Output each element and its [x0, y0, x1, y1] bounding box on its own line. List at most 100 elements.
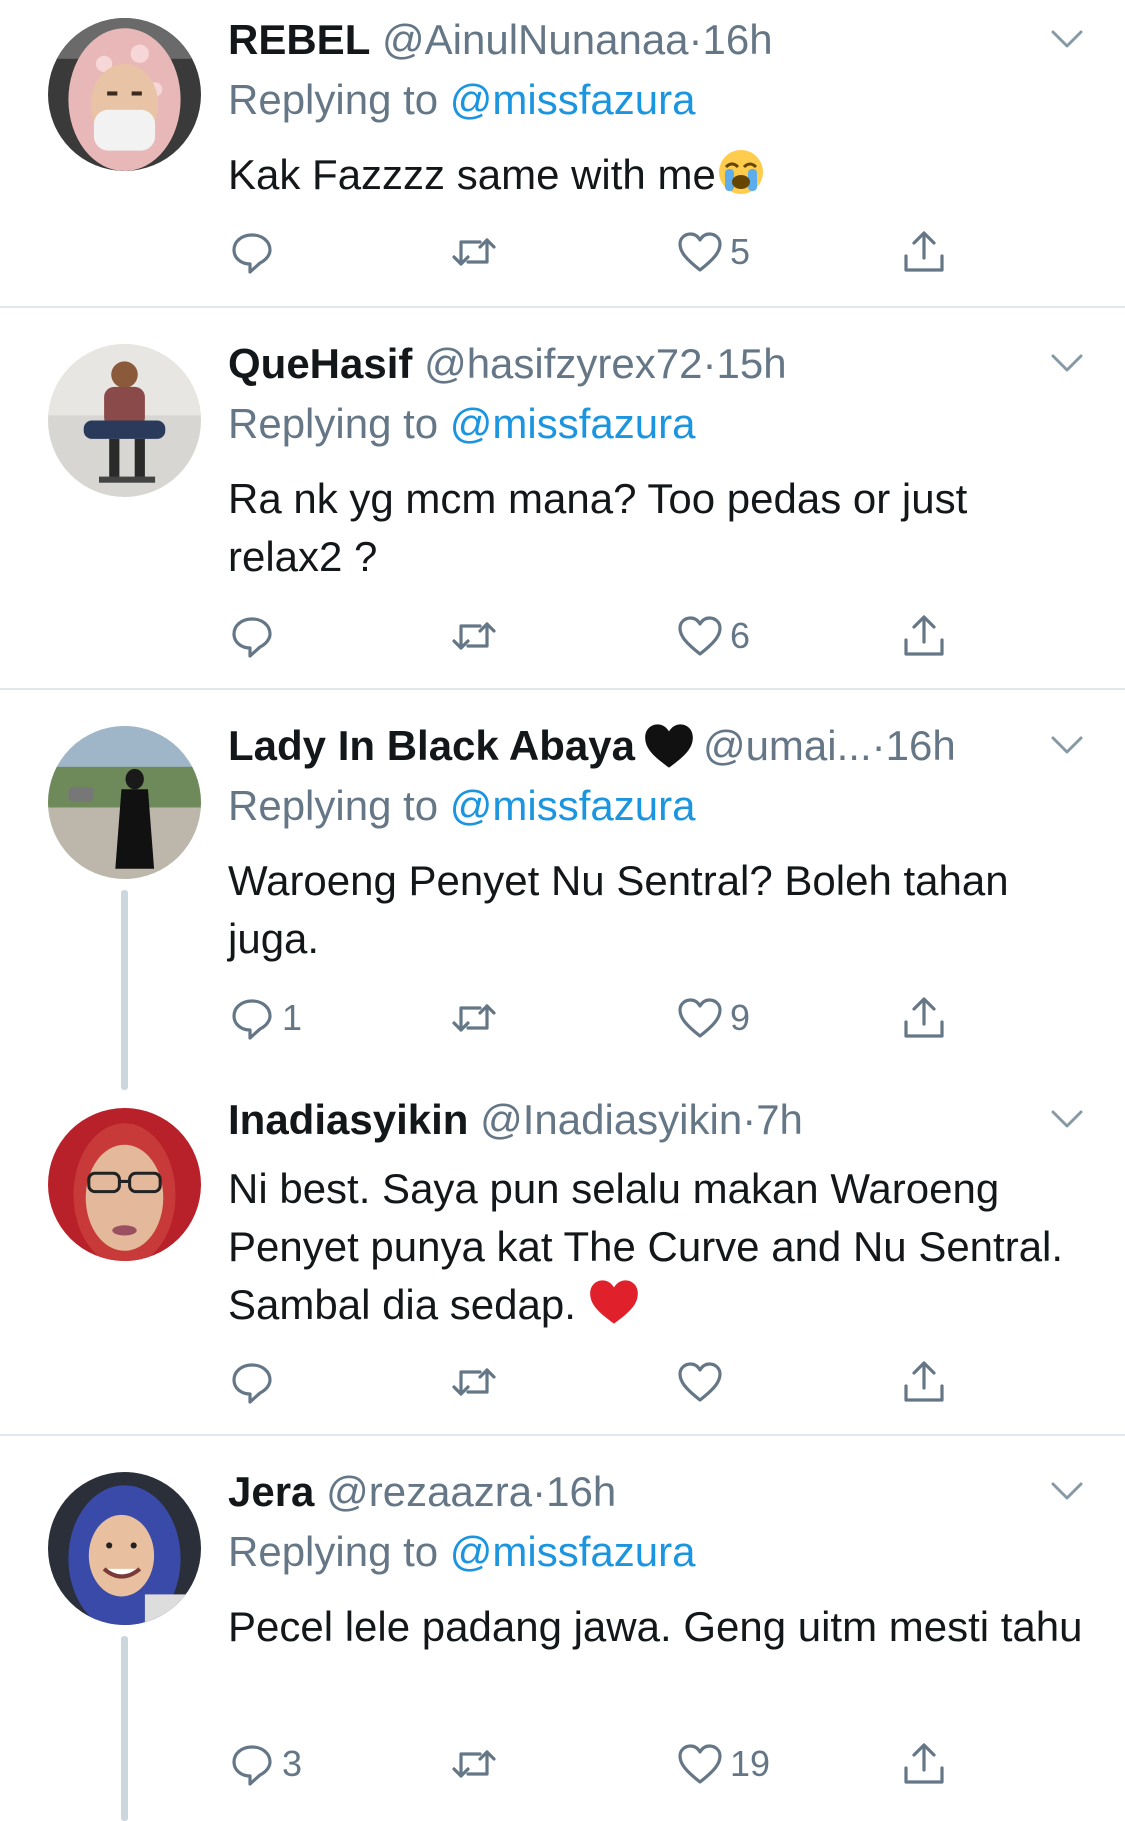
chevron-down-icon[interactable] — [1049, 730, 1085, 760]
tweet-text-content: Ni best. Saya pun selalu makan Waroeng P… — [228, 1165, 1064, 1328]
reply-count: 3 — [282, 1743, 303, 1784]
retweet-button[interactable] — [450, 988, 498, 1048]
separator-dot: · — [871, 722, 886, 769]
heart-icon — [678, 998, 722, 1038]
mention-link[interactable]: @missfazura — [450, 400, 696, 447]
separator-dot: · — [532, 1468, 547, 1515]
user-handle[interactable]: @umai... — [703, 722, 872, 769]
share-button[interactable] — [900, 606, 948, 666]
retweet-icon — [452, 622, 496, 650]
replying-to-label: Replying to — [228, 76, 439, 123]
tweet[interactable]: Jera @rezaazra·16h Replying to @missfazu… — [0, 1436, 1125, 1821]
display-name[interactable]: Jera — [228, 1468, 314, 1515]
share-button[interactable] — [900, 1352, 948, 1412]
reply-button[interactable]: 1 — [228, 988, 302, 1048]
tweet-text: Ni best. Saya pun selalu makan Waroeng P… — [228, 1160, 1085, 1342]
tweet-text: Pecel lele padang jawa. Geng uitm mesti … — [228, 1603, 1083, 1650]
share-icon — [904, 1361, 944, 1402]
separator-dot: · — [688, 16, 703, 63]
retweet-button[interactable] — [450, 222, 498, 282]
retweet-button[interactable] — [450, 1734, 498, 1794]
red-heart-icon — [588, 1277, 640, 1342]
chevron-down-icon[interactable] — [1049, 1476, 1085, 1506]
reply-count: 1 — [282, 997, 303, 1038]
share-button[interactable] — [900, 1734, 948, 1794]
timestamp[interactable]: 16h — [703, 16, 773, 63]
separator-dot: · — [702, 340, 717, 387]
timestamp[interactable]: 16h — [546, 1468, 616, 1515]
replying-to: Replying to @missfazura — [228, 70, 695, 130]
tweet-header: Lady In Black Abaya @umai...·16h — [228, 716, 1085, 776]
share-icon — [904, 231, 944, 272]
replying-to: Replying to @missfazura — [228, 394, 695, 454]
retweet-icon — [452, 1750, 496, 1778]
user-handle[interactable]: @hasifzyrex72 — [424, 340, 702, 387]
share-icon — [904, 997, 944, 1038]
display-name[interactable]: Lady In Black Abaya — [228, 722, 635, 769]
chevron-down-icon[interactable] — [1049, 348, 1085, 378]
timestamp[interactable]: 16h — [886, 722, 956, 769]
reply-icon — [232, 617, 272, 658]
tweet-actions: 5 — [228, 222, 988, 282]
reply-feed: REBEL @AinulNunanaa·16h Replying to @mis… — [0, 0, 1125, 1821]
user-handle[interactable]: @Inadiasyikin — [480, 1096, 742, 1143]
avatar[interactable] — [48, 344, 201, 497]
share-button[interactable] — [900, 988, 948, 1048]
tweet[interactable]: REBEL @AinulNunanaa·16h Replying to @mis… — [0, 0, 1125, 306]
retweet-icon — [452, 238, 496, 266]
replying-to: Replying to @missfazura — [228, 1522, 695, 1582]
share-icon — [904, 1743, 944, 1784]
reply-icon — [232, 1745, 272, 1786]
like-button[interactable]: 5 — [676, 222, 750, 282]
reply-button[interactable] — [228, 222, 282, 282]
tweet-actions: 1 9 — [228, 988, 988, 1048]
timestamp[interactable]: 15h — [716, 340, 786, 387]
retweet-icon — [452, 1004, 496, 1032]
heart-icon — [678, 1362, 722, 1402]
tweet-header: Inadiasyikin @Inadiasyikin·7h — [228, 1090, 1085, 1150]
user-handle[interactable]: @AinulNunanaa — [382, 16, 689, 63]
tweet[interactable]: Lady In Black Abaya @umai...·16h Replying… — [0, 690, 1125, 1090]
like-button[interactable]: 6 — [676, 606, 750, 666]
retweet-button[interactable] — [450, 606, 498, 666]
mention-link[interactable]: @missfazura — [450, 782, 696, 829]
like-button[interactable]: 19 — [676, 1734, 770, 1794]
tweet[interactable]: Inadiasyikin @Inadiasyikin·7h Ni best. S… — [0, 1090, 1125, 1434]
like-count: 6 — [730, 615, 751, 656]
like-button[interactable]: 9 — [676, 988, 750, 1048]
user-handle[interactable]: @rezaazra — [326, 1468, 532, 1515]
tweet-text: Ra nk yg mcm mana? Too pedas or just rel… — [228, 475, 968, 580]
like-button[interactable] — [676, 1352, 730, 1412]
separator-dot: · — [742, 1096, 757, 1143]
avatar[interactable] — [48, 1472, 201, 1625]
tweet-header: REBEL @AinulNunanaa·16h — [228, 10, 1085, 70]
tweet-text-content: Kak Fazzzz same with me — [228, 151, 716, 198]
retweet-icon — [452, 1368, 496, 1396]
avatar[interactable] — [48, 1108, 201, 1261]
replying-to: Replying to @missfazura — [228, 776, 695, 836]
mention-link[interactable]: @missfazura — [450, 76, 696, 123]
heart-icon — [678, 232, 722, 272]
mention-link[interactable]: @missfazura — [450, 1528, 696, 1575]
avatar[interactable] — [48, 726, 201, 879]
reply-button[interactable] — [228, 606, 282, 666]
tweet-text: Waroeng Penyet Nu Sentral? Boleh tahan j… — [228, 857, 1009, 962]
replying-to-label: Replying to — [228, 782, 439, 829]
display-name[interactable]: QueHasif — [228, 340, 412, 387]
timestamp[interactable]: 7h — [756, 1096, 803, 1143]
tweet-actions — [228, 1352, 988, 1412]
reply-button[interactable] — [228, 1352, 282, 1412]
retweet-button[interactable] — [450, 1352, 498, 1412]
like-count: 19 — [730, 1743, 771, 1784]
thread-line — [121, 1636, 128, 1821]
loudly-crying-face-icon — [716, 147, 766, 212]
share-button[interactable] — [900, 222, 948, 282]
display-name[interactable]: REBEL — [228, 16, 370, 63]
chevron-down-icon[interactable] — [1049, 24, 1085, 54]
like-count: 9 — [730, 997, 751, 1038]
avatar[interactable] — [48, 18, 201, 171]
tweet[interactable]: QueHasif @hasifzyrex72·15h Replying to @… — [0, 308, 1125, 688]
chevron-down-icon[interactable] — [1049, 1104, 1085, 1134]
display-name[interactable]: Inadiasyikin — [228, 1096, 468, 1143]
reply-button[interactable]: 3 — [228, 1734, 302, 1794]
